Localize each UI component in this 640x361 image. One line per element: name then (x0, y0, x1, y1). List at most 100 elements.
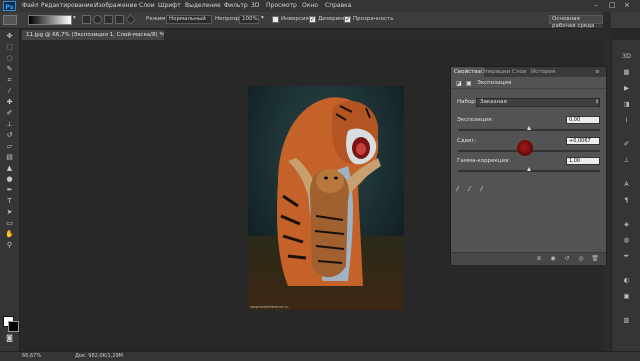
character-icon[interactable]: A (621, 180, 632, 188)
exposure-label: Экспозиция: (457, 117, 494, 123)
channels-icon[interactable]: ◍ (621, 236, 632, 244)
offset-input[interactable]: +0,0067 (566, 137, 600, 145)
opacity-dropdown-icon[interactable]: ▾ (261, 15, 264, 21)
eyedropper-icon[interactable]: ⁄ (3, 87, 16, 96)
marquee-icon[interactable]: ⬚ (3, 43, 16, 52)
menu-image[interactable]: Изображение (94, 2, 137, 9)
options-bar: ▾ Режим: Нормальный Непрозр.: 100% ▾ Инв… (0, 12, 640, 29)
workspace-select[interactable]: Основная рабочая среда (549, 15, 603, 29)
brush-icon[interactable]: ✐ (3, 109, 16, 118)
blur-icon[interactable]: ▲ (3, 164, 16, 173)
3d-icon[interactable]: 3D (621, 52, 632, 60)
hand-icon[interactable]: ✋ (3, 230, 16, 239)
offset-label: Сдвиг: (457, 138, 477, 144)
cursor-highlight (517, 140, 533, 156)
dither-label: Дизеринг (318, 16, 346, 22)
visibility-icon[interactable]: ◎ (577, 255, 585, 262)
eyedropper-white-icon[interactable]: ⁄ (481, 185, 482, 193)
panel-subtitle: Экспозиция (477, 80, 512, 86)
minimize-icon[interactable]: – (594, 1, 598, 9)
diamond-gradient-icon[interactable] (125, 14, 136, 25)
eyedropper-gray-icon[interactable]: ⁄ (469, 185, 470, 193)
paths-icon[interactable]: ✒ (621, 252, 632, 260)
gradient-icon[interactable]: ▤ (3, 153, 16, 162)
angle-gradient-icon[interactable] (104, 15, 113, 24)
opacity-input[interactable]: 100% (239, 15, 259, 24)
brush-panel-icon[interactable]: ✐ (621, 140, 632, 148)
panel-menu-icon[interactable]: ≡ (592, 67, 603, 77)
quick-mask-icon[interactable]: ◙ (3, 334, 16, 343)
menu-view[interactable]: Просмотр (266, 2, 297, 9)
tab-history[interactable]: История (528, 67, 558, 77)
transparency-label: Прозрачность (353, 16, 394, 22)
linear-gradient-icon[interactable] (82, 15, 91, 24)
healing-icon[interactable]: ✚ (3, 98, 16, 107)
document-tab[interactable]: 11.jpg @ 66,7% (Экспозиция 1, Слой-маска… (22, 30, 165, 40)
document-close-icon[interactable]: × (160, 30, 165, 40)
menu-3d[interactable]: 3D (251, 2, 259, 9)
properties-icon[interactable]: ◨ (621, 100, 632, 108)
menu-file[interactable]: Файл (22, 2, 39, 9)
layer-mask-icon[interactable]: ▣ (466, 80, 472, 87)
exposure-slider-thumb[interactable] (527, 126, 531, 130)
menu-help[interactable]: Справка (325, 2, 351, 9)
exposure-input[interactable]: 0,00 (566, 116, 600, 124)
menu-select[interactable]: Выделение (185, 2, 221, 9)
maximize-icon[interactable]: □ (609, 1, 616, 9)
lasso-icon[interactable]: ◌ (3, 54, 16, 63)
path-select-icon[interactable]: ➤ (3, 208, 16, 217)
history-brush-icon[interactable]: ↺ (3, 131, 16, 140)
gradient-dropdown-icon[interactable]: ▾ (73, 15, 76, 21)
radial-gradient-icon[interactable] (93, 15, 102, 24)
reflected-gradient-icon[interactable] (115, 15, 124, 24)
trash-icon[interactable]: 🗑 (591, 255, 599, 262)
dither-checkbox[interactable]: ✓ (309, 16, 316, 23)
photo-caption: www.bestreference.ru (250, 305, 289, 309)
dodge-icon[interactable]: ● (3, 175, 16, 184)
document-size: Док: 982,0K/1,29M (75, 353, 123, 359)
crop-icon[interactable]: ⌗ (3, 76, 16, 85)
gradient-preview[interactable] (28, 15, 72, 25)
background-color-swatch[interactable] (8, 321, 19, 332)
clone-source-icon[interactable]: ⊥ (621, 156, 632, 164)
styles-icon[interactable]: ▣ (621, 292, 632, 300)
swatches-icon[interactable]: ▥ (621, 316, 632, 324)
preset-select[interactable]: Заказная (476, 98, 600, 107)
menu-layers[interactable]: Слои (139, 2, 155, 9)
zoom-icon[interactable]: ⚲ (3, 241, 16, 250)
shape-icon[interactable]: ▭ (3, 219, 16, 228)
tab-actions[interactable]: Операции (478, 67, 513, 77)
tab-layers[interactable]: Слои (509, 67, 529, 77)
menu-type[interactable]: Шрифт (158, 2, 181, 9)
menu-filter[interactable]: Фильтр (224, 2, 248, 9)
history-icon[interactable]: ▦ (621, 68, 632, 76)
mode-select[interactable]: Нормальный (166, 15, 212, 24)
inversion-checkbox[interactable] (272, 16, 279, 23)
eraser-icon[interactable]: ▱ (3, 142, 16, 151)
clip-to-layer-icon[interactable]: ⧈ (535, 255, 543, 262)
type-icon[interactable]: T (3, 197, 16, 206)
transparency-checkbox[interactable]: ✓ (344, 16, 351, 23)
gamma-slider-thumb[interactable] (527, 167, 531, 171)
adjustments-icon[interactable]: ◐ (621, 276, 632, 284)
right-panel-dock: 3D ▦ ▶ ◨ i ✐ ⊥ A ¶ ◈ ◍ ✒ ◐ ▣ ▥ (611, 40, 640, 351)
stamp-icon[interactable]: ⊥ (3, 120, 16, 129)
document-tab-title: 11.jpg @ 66,7% (Экспозиция 1, Слой-маска… (26, 32, 163, 38)
quick-select-icon[interactable]: ✎ (3, 65, 16, 74)
actions-icon[interactable]: ▶ (621, 84, 632, 92)
layers-icon[interactable]: ◈ (621, 220, 632, 228)
info-icon[interactable]: i (621, 116, 632, 124)
gradient-tool-icon[interactable] (3, 15, 17, 25)
move-icon[interactable]: ✥ (3, 32, 16, 41)
pen-icon[interactable]: ✒ (3, 186, 16, 195)
close-window-icon[interactable]: × (624, 1, 630, 9)
eyedropper-black-icon[interactable]: ⁄ (457, 185, 458, 193)
zoom-level[interactable]: 66,67% (22, 353, 41, 359)
reset-icon[interactable]: ↺ (563, 255, 571, 262)
paragraph-icon[interactable]: ¶ (621, 196, 632, 204)
menu-edit[interactable]: Редактирование (41, 2, 93, 9)
menu-window[interactable]: Окно (302, 2, 318, 9)
view-previous-icon[interactable]: ◉ (549, 255, 557, 262)
tiger-photo[interactable] (248, 86, 404, 310)
gamma-input[interactable]: 1,00 (566, 157, 600, 165)
